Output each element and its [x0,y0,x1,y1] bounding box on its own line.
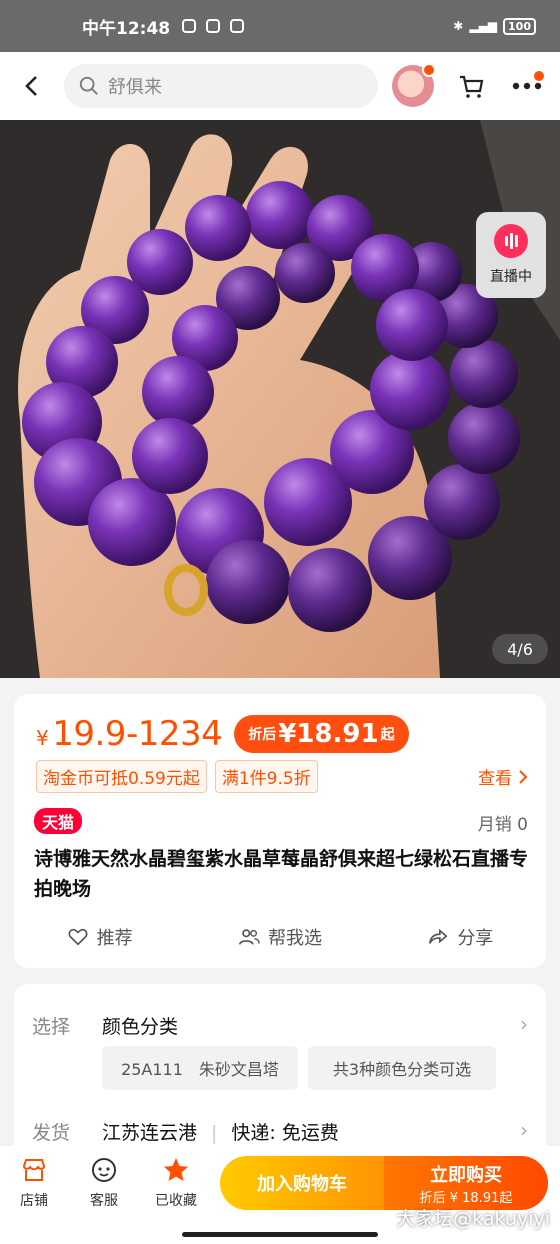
chevron-left-icon [25,76,37,96]
buy-now-button[interactable]: 立即购买 折后 ¥ 18.91起 [384,1156,548,1210]
price-row: ¥19.9-1234 折后 ¥18.91 起 [36,714,409,754]
live-badge[interactable]: 直播中 [476,212,546,298]
select-label: 选择 [32,1016,71,1038]
promo-tag[interactable]: 满1件9.5折 [214,760,318,793]
more-dots-icon [512,82,542,90]
store-button[interactable]: 店铺 [6,1156,62,1210]
options-card: 选择 颜色分类 › 25A111 朱砂文昌塔 共3种颜色分类可选 发货 江苏连云… [14,984,546,1146]
signal-icon: ▂▄▆ [469,19,498,33]
promo-tags: 淘金币可抵0.59元起 满1件9.5折 [36,760,318,793]
tmall-badge: 天猫 [34,808,83,834]
product-image[interactable]: 直播中 4/6 [0,120,560,678]
share-button[interactable]: 分享 [427,922,493,952]
chevron-right-icon [519,769,528,784]
monthly-sales: 月销 0 [477,815,528,835]
cart-button[interactable] [448,63,494,109]
recommend-button[interactable]: 推荐 [67,922,133,952]
chevron-right-icon[interactable]: › [520,1012,528,1036]
notification-icon [230,19,245,33]
search-placeholder: 舒俱来 [108,77,162,98]
discount-price-badge[interactable]: 折后 ¥18.91 起 [234,715,409,753]
live-label: 直播中 [490,269,532,285]
add-to-cart-button[interactable]: 加入购物车 [220,1156,384,1210]
search-input[interactable]: 舒俱来 [64,64,378,108]
back-button[interactable] [0,52,64,120]
cart-icon [460,75,484,98]
product-title: 诗博雅天然水晶碧玺紫水晶草莓晶舒俱来超七绿松石直播专拍晚场 [34,848,529,900]
search-icon [79,76,98,95]
watermark: 大家坛@kakuyiyi [396,1208,550,1230]
top-nav: 舒俱来 [0,52,560,120]
sku-count-chip[interactable]: 共3种颜色分类可选 [308,1046,496,1090]
bluetooth-icon: ✱ [453,19,464,33]
price-range: ¥19.9-1234 [36,714,223,754]
status-indicators: ✱ ▂▄▆ 100 [453,17,536,35]
status-bar: 中午12:48 ✱ ▂▄▆ 100 [0,0,560,52]
live-icon [494,224,528,258]
divider: | [211,1122,218,1144]
sku-chip[interactable]: 25A111 朱砂文昌塔 [102,1046,298,1090]
bracelet-photo [0,120,560,678]
service-icon [92,1158,116,1182]
promo-tag[interactable]: 淘金币可抵0.59元起 [36,760,207,793]
heart-icon [68,928,88,946]
price-card: ¥19.9-1234 折后 ¥18.91 起 淘金币可抵0.59元起 满1件9.… [14,694,546,968]
favorite-button[interactable]: 已收藏 [148,1156,204,1210]
notification-icon [182,19,197,33]
more-button[interactable] [504,63,550,109]
battery-icon: 100 [503,17,536,35]
avatar[interactable] [392,63,436,107]
ship-info[interactable]: 江苏连云港 | 快递: 免运费 [102,1118,339,1145]
star-icon [164,1158,188,1181]
see-more-link[interactable]: 查看 [478,764,528,789]
ship-label: 发货 [32,1122,71,1144]
notification-icons [182,19,245,33]
help-choose-button[interactable]: 帮我选 [238,922,322,952]
status-time: 中午12:48 [82,18,171,39]
image-page-indicator: 4/6 [492,634,548,664]
store-icon [22,1159,46,1181]
chevron-right-icon[interactable]: › [520,1118,528,1142]
people-icon [238,929,260,945]
share-icon [429,928,448,944]
home-indicator[interactable] [182,1232,378,1237]
select-value[interactable]: 颜色分类 [102,1012,178,1039]
action-row: 推荐 帮我选 分享 [14,922,546,952]
notification-icon [206,19,221,33]
service-button[interactable]: 客服 [76,1156,132,1210]
